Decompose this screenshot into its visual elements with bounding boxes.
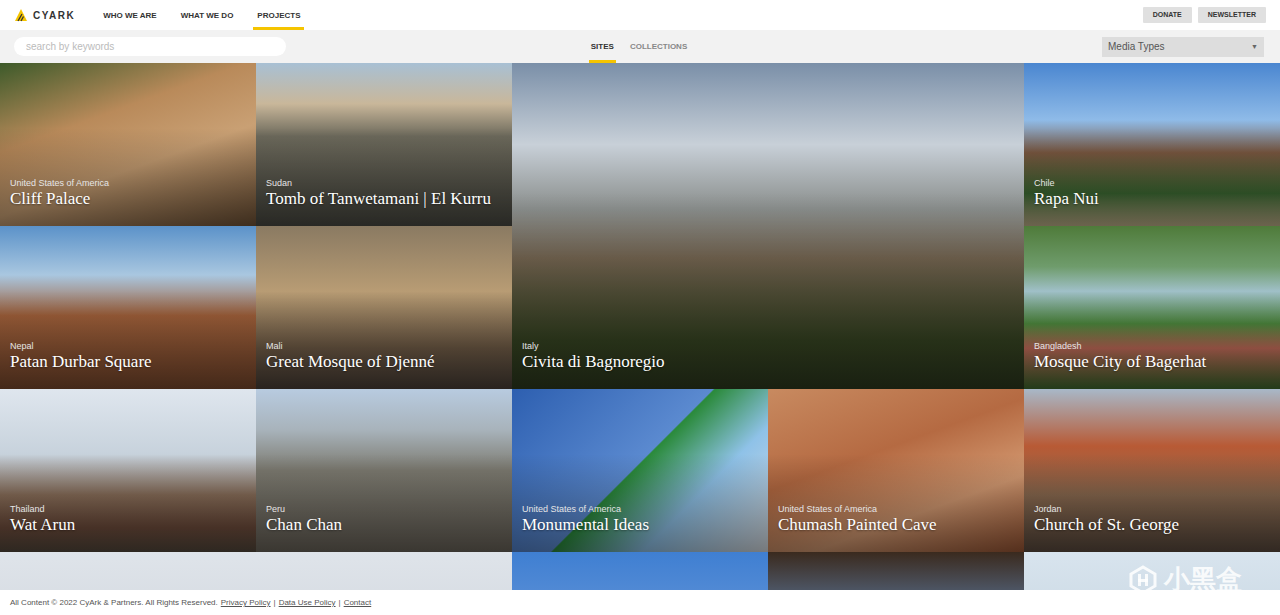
site-card[interactable]: JordanChurch of St. George xyxy=(1024,389,1280,552)
footer-link[interactable]: Contact xyxy=(344,598,372,607)
site-card[interactable]: BangladeshMosque City of Bagerhat xyxy=(1024,226,1280,389)
site-country: Nepal xyxy=(10,341,250,352)
site-country: Italy xyxy=(522,341,1018,352)
site-card[interactable]: ItalyCivita di Bagnoregio xyxy=(512,63,1024,389)
card-shade xyxy=(512,454,768,552)
site-country: United States of America xyxy=(778,504,1018,515)
card-label: ItalyCivita di Bagnoregio xyxy=(522,341,1018,371)
watermark-text: 小黑盒 xyxy=(1164,562,1242,597)
site-card-partial[interactable] xyxy=(0,552,512,590)
watermark: 小黑盒 xyxy=(1128,562,1242,597)
card-label: ThailandWat Arun xyxy=(10,504,250,534)
sites-grid: United States of AmericaCliff PalaceSuda… xyxy=(0,63,1280,590)
site-card[interactable]: United States of AmericaMonumental Ideas xyxy=(512,389,768,552)
sites-grid-viewport: United States of AmericaCliff PalaceSuda… xyxy=(0,63,1280,590)
site-name: Chumash Painted Cave xyxy=(778,515,1018,534)
site-card[interactable]: SudanTomb of Tanwetamani | El Kurru xyxy=(256,63,512,226)
card-label: NepalPatan Durbar Square xyxy=(10,341,250,371)
view-tab[interactable]: COLLECTIONS xyxy=(628,30,689,63)
dropdown-value: Media Types xyxy=(1108,41,1165,52)
site-name: Mosque City of Bagerhat xyxy=(1034,352,1274,371)
card-shade xyxy=(256,128,512,226)
site-name: Civita di Bagnoregio xyxy=(522,352,1018,371)
card-shade xyxy=(0,128,256,226)
logo[interactable]: CYARK xyxy=(14,0,75,30)
card-shade xyxy=(256,454,512,552)
newsletter-button[interactable]: NEWSLETTER xyxy=(1198,7,1266,23)
search-input[interactable] xyxy=(14,37,286,56)
site-name: Cliff Palace xyxy=(10,189,250,208)
site-country: Chile xyxy=(1034,178,1274,189)
site-name: Tomb of Tanwetamani | El Kurru xyxy=(266,189,506,208)
filter-bar: SITES COLLECTIONS Media Types ▼ xyxy=(0,30,1280,63)
site-card[interactable]: United States of AmericaCliff Palace xyxy=(0,63,256,226)
site-name: Monumental Ideas xyxy=(522,515,762,534)
card-shade xyxy=(0,454,256,552)
card-shade xyxy=(0,291,256,389)
site-card[interactable]: ThailandWat Arun xyxy=(0,389,256,552)
header-right: DONATE NEWSLETTER xyxy=(1143,0,1266,30)
nav-item[interactable]: PROJECTS xyxy=(253,0,304,30)
footer-separator: | xyxy=(339,598,341,607)
card-label: BangladeshMosque City of Bagerhat xyxy=(1034,341,1274,371)
card-shade xyxy=(256,291,512,389)
card-label: United States of AmericaMonumental Ideas xyxy=(522,504,762,534)
footer-separator: | xyxy=(274,598,276,607)
site-name: Rapa Nui xyxy=(1034,189,1274,208)
site-country: Jordan xyxy=(1034,504,1274,515)
card-shade xyxy=(1024,128,1280,226)
site-country: United States of America xyxy=(522,504,762,515)
card-label: JordanChurch of St. George xyxy=(1034,504,1274,534)
header-left: CYARK WHO WE ARE WHAT WE DO PROJECTS xyxy=(14,0,304,30)
card-label: ChileRapa Nui xyxy=(1034,178,1274,208)
footer-link[interactable]: Privacy Policy xyxy=(221,598,271,607)
donate-button[interactable]: DONATE xyxy=(1143,7,1192,23)
site-card-partial[interactable] xyxy=(512,552,768,590)
dropdown-arrow-icon: ▼ xyxy=(1251,43,1258,50)
site-country: Peru xyxy=(266,504,506,515)
card-shade xyxy=(1024,291,1280,389)
view-tab[interactable]: SITES xyxy=(589,30,616,63)
watermark-logo-icon xyxy=(1128,565,1158,595)
card-shade xyxy=(1024,454,1280,552)
card-label: United States of AmericaCliff Palace xyxy=(10,178,250,208)
site-country: Thailand xyxy=(10,504,250,515)
site-name: Chan Chan xyxy=(266,515,506,534)
footer: All Content © 2022 CyArk & Partners. All… xyxy=(0,590,1280,615)
nav-item[interactable]: WHAT WE DO xyxy=(177,0,238,30)
site-card[interactable]: ChileRapa Nui xyxy=(1024,63,1280,226)
site-country: Mali xyxy=(266,341,506,352)
site-card[interactable]: PeruChan Chan xyxy=(256,389,512,552)
footer-link[interactable]: Data Use Policy xyxy=(279,598,336,607)
nav-item[interactable]: WHO WE ARE xyxy=(99,0,160,30)
site-card-partial[interactable] xyxy=(768,552,1024,590)
site-card[interactable]: MaliGreat Mosque of Djenné xyxy=(256,226,512,389)
logo-triangle-icon xyxy=(14,8,28,22)
top-bar: CYARK WHO WE ARE WHAT WE DO PROJECTS DONATE N… xyxy=(0,0,1280,30)
site-name: Church of St. George xyxy=(1034,515,1274,534)
card-shade xyxy=(768,454,1024,552)
card-label: United States of AmericaChumash Painted … xyxy=(778,504,1018,534)
site-name: Patan Durbar Square xyxy=(10,352,250,371)
copyright: All Content © 2022 CyArk & Partners. All… xyxy=(10,598,218,607)
site-card[interactable]: United States of AmericaChumash Painted … xyxy=(768,389,1024,552)
search-wrap xyxy=(14,30,589,63)
view-tabs: SITES COLLECTIONS xyxy=(589,30,689,63)
card-label: SudanTomb of Tanwetamani | El Kurru xyxy=(266,178,506,208)
site-name: Great Mosque of Djenné xyxy=(266,352,506,371)
site-country: Bangladesh xyxy=(1034,341,1274,352)
media-types-dropdown[interactable]: Media Types ▼ xyxy=(1102,37,1264,57)
dropdown-wrap: Media Types ▼ xyxy=(689,30,1264,63)
site-country: United States of America xyxy=(10,178,250,189)
card-label: PeruChan Chan xyxy=(266,504,506,534)
logo-text: CYARK xyxy=(33,10,75,21)
site-card[interactable]: NepalPatan Durbar Square xyxy=(0,226,256,389)
site-name: Wat Arun xyxy=(10,515,250,534)
site-country: Sudan xyxy=(266,178,506,189)
card-label: MaliGreat Mosque of Djenné xyxy=(266,341,506,371)
main-nav: WHO WE ARE WHAT WE DO PROJECTS xyxy=(99,0,304,30)
